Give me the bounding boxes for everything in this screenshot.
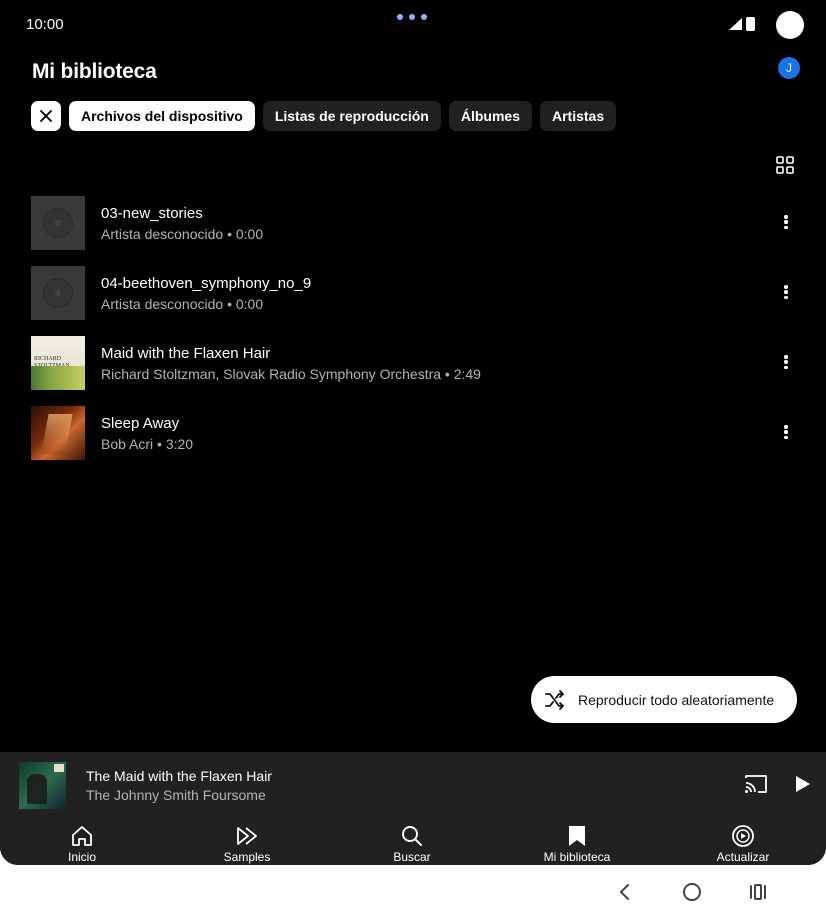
page-title: Mi biblioteca xyxy=(32,60,157,83)
app-screen: 10:00 Mi biblioteca J Archivos del dispo… xyxy=(0,0,826,865)
track-title: Maid with the Flaxen Hair xyxy=(101,345,271,362)
chip-artists[interactable]: Artistas xyxy=(540,101,617,131)
recents-icon[interactable] xyxy=(749,883,767,901)
placeholder-disc-icon xyxy=(31,196,85,250)
placeholder-disc-icon xyxy=(31,266,85,320)
upgrade-icon xyxy=(732,825,754,847)
list-item[interactable]: RICHARD STOLTZMAN Maid with the Flaxen H… xyxy=(0,327,826,397)
search-icon xyxy=(402,826,422,846)
shuffle-all-label: Reproducir todo aleatoriamente xyxy=(578,691,775,708)
chip-playlists[interactable]: Listas de reproducción xyxy=(262,101,441,131)
home-icon xyxy=(72,826,92,846)
cast-icon[interactable] xyxy=(744,773,768,795)
track-subtitle: Artista desconocido • 0:00 xyxy=(101,296,264,312)
track-title: 04-beethoven_symphony_no_9 xyxy=(101,275,312,292)
nav-label-search: Buscar xyxy=(393,850,431,864)
more-options-icon[interactable] xyxy=(778,422,794,442)
grid-view-icon[interactable] xyxy=(775,155,795,175)
play-icon[interactable] xyxy=(794,774,812,794)
track-list: 03-new_stories Artista desconocido • 0:0… xyxy=(0,187,826,467)
album-cover: RICHARD STOLTZMAN xyxy=(31,336,85,390)
samples-icon xyxy=(237,827,257,845)
now-playing-artwork xyxy=(19,762,66,809)
system-navigation-bar xyxy=(0,865,826,919)
track-title: Sleep Away xyxy=(101,415,180,432)
home-button-icon[interactable] xyxy=(683,883,701,901)
now-playing-title: The Maid with the Flaxen Hair xyxy=(86,768,272,784)
status-bar: 10:00 xyxy=(0,0,826,50)
shuffle-all-button[interactable]: Reproducir todo aleatoriamente xyxy=(531,676,797,723)
shuffle-icon xyxy=(545,689,564,710)
camera-cutout xyxy=(776,11,804,39)
track-subtitle: Bob Acri • 3:20 xyxy=(101,436,194,452)
track-subtitle: Richard Stoltzman, Slovak Radio Symphony… xyxy=(101,366,481,382)
list-item[interactable]: 03-new_stories Artista desconocido • 0:0… xyxy=(0,187,826,257)
avatar[interactable]: J xyxy=(778,57,800,79)
nav-item-library[interactable]: Mi biblioteca xyxy=(517,816,637,865)
back-icon[interactable] xyxy=(617,882,633,902)
library-icon xyxy=(569,826,585,846)
nav-label-home: Inicio xyxy=(67,850,96,864)
filter-chips: Archivos del dispositivo Listas de repro… xyxy=(31,101,617,131)
chip-albums[interactable]: Álbumes xyxy=(448,101,532,131)
nav-item-upgrade[interactable]: Actualizar xyxy=(683,816,803,865)
now-playing-artist: The Johnny Smith Foursome xyxy=(86,787,266,803)
more-options-icon[interactable] xyxy=(778,282,794,302)
more-options-icon[interactable] xyxy=(778,352,794,372)
track-subtitle: Artista desconocido • 0:00 xyxy=(101,226,264,242)
bottom-navigation: Inicio Samples Buscar Mi biblioteca Actu… xyxy=(0,816,826,865)
nav-item-samples[interactable]: Samples xyxy=(187,816,307,865)
battery-icon xyxy=(746,17,755,31)
nav-item-home[interactable]: Inicio xyxy=(22,816,142,865)
nav-label-library: Mi biblioteca xyxy=(543,850,611,864)
nav-item-search[interactable]: Buscar xyxy=(352,816,472,865)
clear-filter-button[interactable] xyxy=(31,101,61,131)
album-cover xyxy=(31,406,85,460)
app-header: Mi biblioteca J xyxy=(0,52,826,92)
multitask-dots-icon[interactable] xyxy=(397,14,427,20)
signal-icon xyxy=(729,18,742,30)
chip-device-files[interactable]: Archivos del dispositivo xyxy=(69,101,255,131)
close-icon xyxy=(40,110,52,122)
track-title: 03-new_stories xyxy=(101,205,203,222)
nav-label-samples: Samples xyxy=(223,850,271,864)
list-item[interactable]: 04-beethoven_symphony_no_9 Artista desco… xyxy=(0,257,826,327)
mini-player[interactable]: The Maid with the Flaxen Hair The Johnny… xyxy=(0,752,826,816)
status-time: 10:00 xyxy=(26,16,64,33)
nav-label-upgrade: Actualizar xyxy=(716,850,770,864)
more-options-icon[interactable] xyxy=(778,212,794,232)
list-item[interactable]: Sleep Away Bob Acri • 3:20 xyxy=(0,397,826,467)
